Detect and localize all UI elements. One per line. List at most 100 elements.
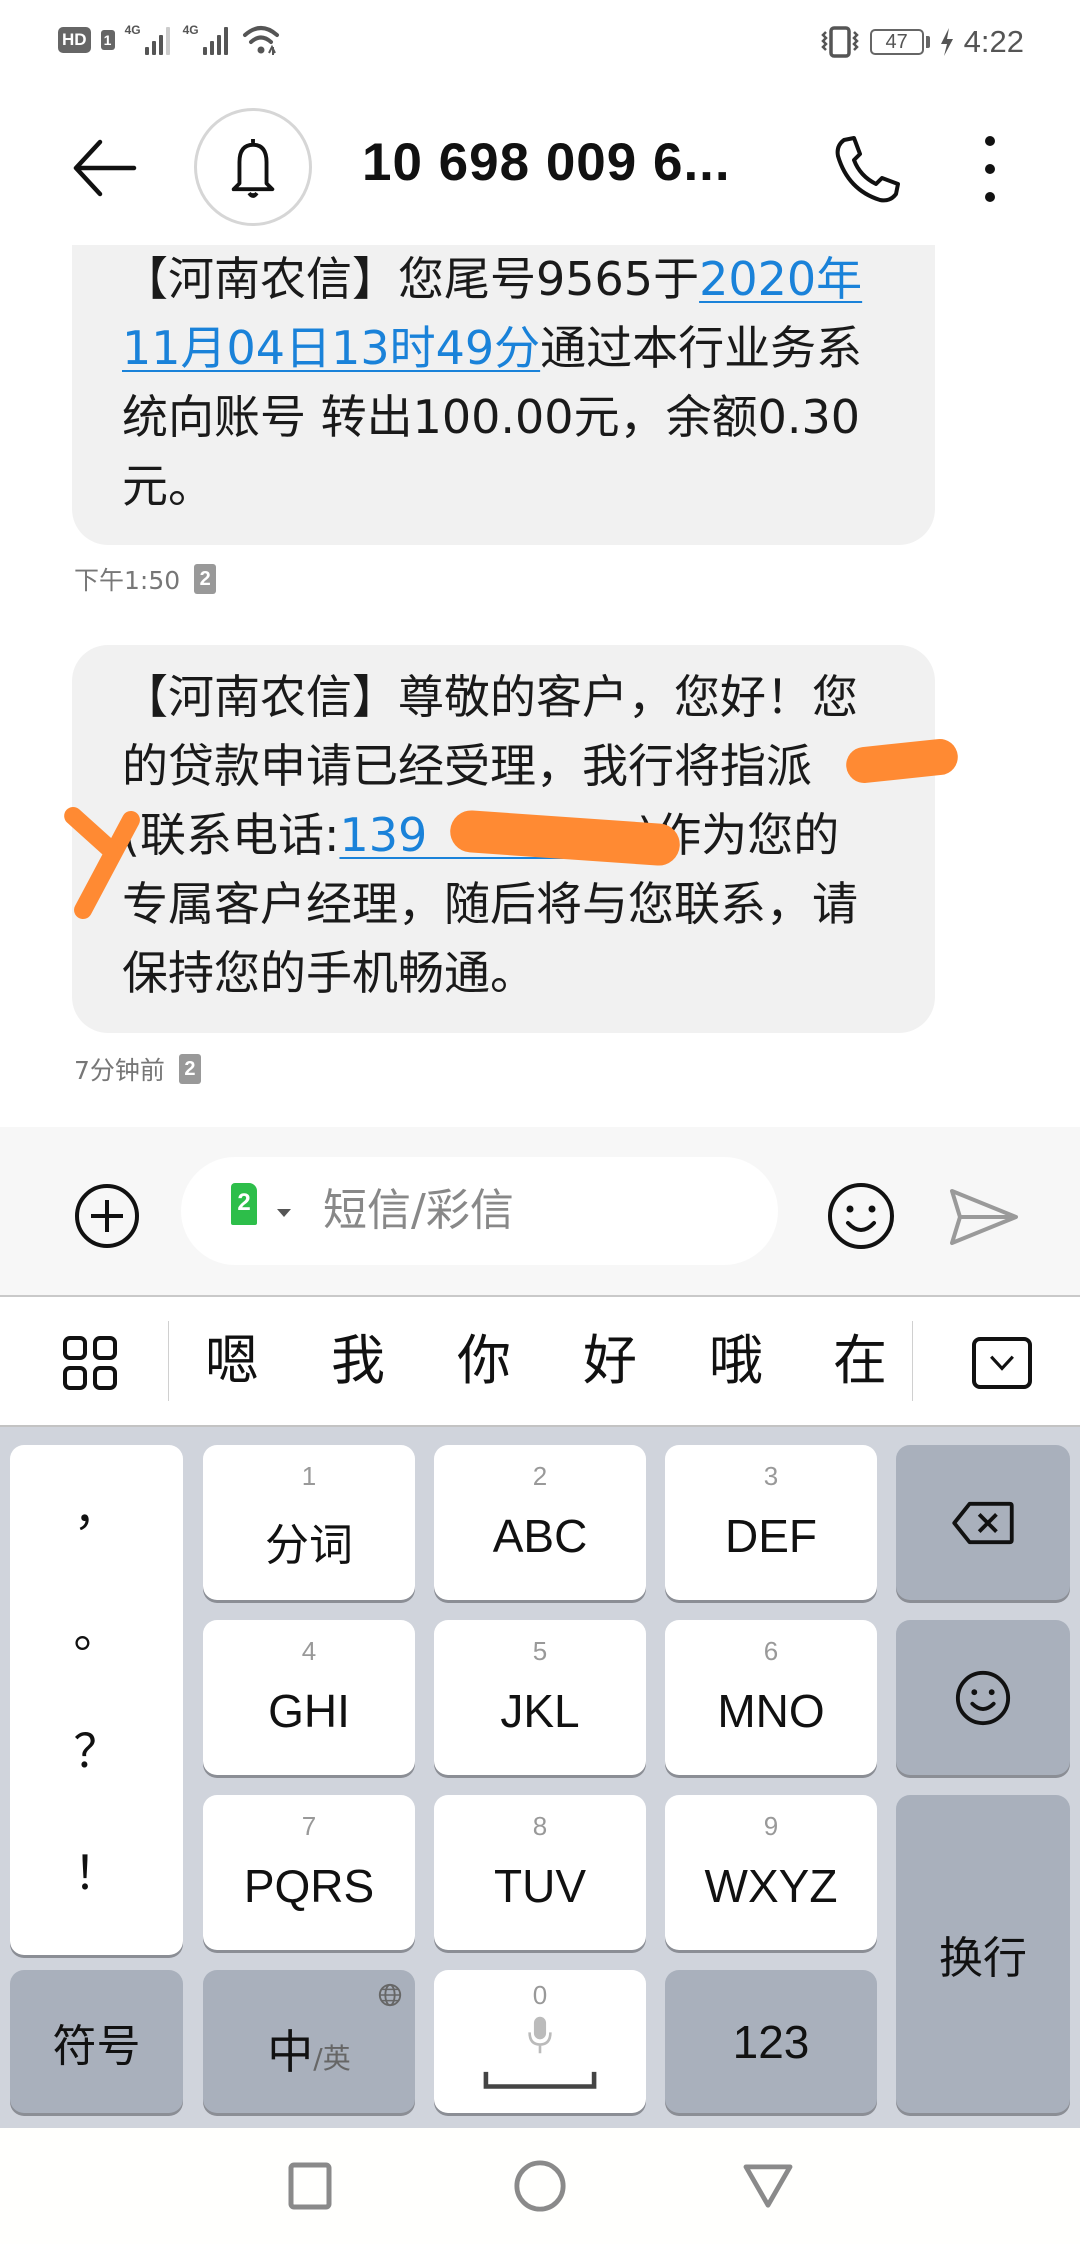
signal-bar [144,47,149,55]
key-2[interactable]: 2 ABC [434,1445,646,1600]
key-number: 7 [301,1811,317,1841]
message-meta: 下午1:50 2 [74,561,217,597]
emoji-key[interactable] [896,1620,1070,1775]
key-label: MNO [717,1685,825,1737]
candidate-word[interactable]: 嗯 [192,1321,272,1401]
space-bar-icon [483,2071,597,2089]
signal-icon: 4G [183,23,231,57]
message-text: 【河南农信】您尾号9565于 [122,252,700,306]
message-bubble[interactable]: 【河南农信】您尾号9565于2020年11月04日13时49分通过本行业务系统向… [72,245,935,545]
battery-icon: 47 [869,29,930,55]
candidate-word[interactable]: 你 [444,1321,524,1401]
bell-icon [231,138,275,198]
send-button[interactable] [948,1187,1020,1247]
backspace-icon [952,1501,1014,1544]
key-5[interactable]: 5 JKL [434,1620,646,1775]
signal-bar [151,41,156,55]
phone-icon [835,136,900,203]
key-label: GHI [268,1685,350,1737]
back-arrow-icon [73,139,137,197]
message-input[interactable] [323,1177,743,1243]
key-label: 分词 [265,1520,353,1571]
sim-switch-button[interactable]: 1 2 [231,1183,301,1239]
emoji-icon [828,1183,894,1249]
sim-indicator: 1 [100,30,115,50]
ime-menu-button[interactable] [62,1335,118,1391]
key-label: ABC [492,1510,588,1562]
key-7[interactable]: 7 PQRS [203,1795,415,1950]
keyboard: ， 。 ？ ！ 1 分词 2 ABC 3 DEF 4 GHI 5 JKL 6 M… [0,1425,1080,2128]
contact-title: 10 698 009 6... [362,133,731,192]
sim-tag: 2 [178,1054,201,1084]
key-number: 6 [763,1636,779,1666]
key-number: 4 [301,1636,317,1666]
sim-card-icon: 2 [231,1183,257,1225]
punctuation-key[interactable]: ， [10,1473,183,1539]
key-1[interactable]: 1 分词 [203,1445,415,1600]
sim-tag: 2 [194,564,217,594]
signal-bar [209,41,214,55]
collapse-keyboard-icon [990,1355,1014,1371]
status-left: HD 1 4G 4G [58,22,281,58]
enter-key[interactable]: 换行 [896,1795,1070,2113]
collapse-keyboard-button[interactable] [972,1337,1032,1389]
message-thread[interactable]: 【河南农信】您尾号9565于2020年11月04日13时49分通过本行业务系统向… [0,245,1080,1125]
status-bar: HD 1 4G 4G 47 4:22 [0,0,1080,86]
candidate-bar: 嗯 我 你 好 哦 在 [0,1297,1080,1425]
home-button[interactable] [510,2158,570,2214]
hd-voice-icon: HD [58,27,91,53]
enter-label: 换行 [939,1933,1027,1984]
symbols-key[interactable]: 符号 [10,1970,183,2113]
space-key[interactable]: 0 [434,1970,646,2113]
key-number: 0 [532,1980,548,2010]
key-9[interactable]: 9 WXYZ [665,1795,877,1950]
notification-toggle-button[interactable] [194,108,312,226]
emoji-button[interactable] [826,1181,896,1251]
key-label: DEF [725,1510,817,1562]
language-switch-key[interactable]: 中/英 [203,1970,415,2113]
punctuation-key[interactable]: ？ [10,1715,183,1781]
back-button[interactable] [70,136,140,200]
send-icon [950,1189,1018,1245]
recents-button[interactable] [280,2158,340,2214]
composer: 1 2 [0,1127,1080,1297]
punctuation-column[interactable]: ， 。 ？ ！ [10,1445,183,1955]
call-button[interactable] [830,134,902,206]
punctuation-key[interactable]: ！ [10,1837,183,1903]
message-text: (联系电话: [122,808,340,862]
signal-bar [158,35,163,55]
key-number: 9 [763,1811,779,1841]
battery-tip [925,36,930,48]
message-meta: 7分钟前 2 [74,1051,201,1087]
key-4[interactable]: 4 GHI [203,1620,415,1775]
key-number: 8 [532,1811,548,1841]
signal-bar [165,27,170,55]
key-8[interactable]: 8 TUV [434,1795,646,1950]
back-triangle-icon [743,2164,793,2208]
backspace-key[interactable] [896,1445,1070,1600]
key-6[interactable]: 6 MNO [665,1620,877,1775]
message-timestamp: 下午1:50 [74,566,181,595]
punctuation-key[interactable]: 。 [10,1595,183,1661]
more-vertical-icon [985,136,995,146]
globe-icon [378,1983,402,2007]
message-text: 【河南农信】尊敬的客户，您好！您的贷款申请已经受理，我行将指派 [122,670,858,793]
candidate-word[interactable]: 在 [820,1321,900,1401]
candidate-word[interactable]: 哦 [696,1321,776,1401]
key-3[interactable]: 3 DEF [665,1445,877,1600]
candidate-word[interactable]: 我 [318,1321,398,1401]
phone-link[interactable]: 139 [339,808,427,862]
conversation-header: 10 698 009 6... [0,98,1080,238]
numbers-label: 123 [732,2015,810,2068]
add-attachment-button[interactable] [74,1183,140,1249]
candidate-word[interactable]: 好 [570,1321,650,1401]
network-type: 4G [124,23,141,37]
network-type: 4G [182,23,199,37]
back-nav-button[interactable] [738,2158,798,2214]
numbers-key[interactable]: 123 [665,1970,877,2113]
more-options-button[interactable] [970,136,1010,202]
vibrate-icon [820,26,859,58]
more-vertical-icon [985,192,995,202]
symbols-label: 符号 [52,2020,141,2072]
emoji-icon [955,1670,1011,1725]
